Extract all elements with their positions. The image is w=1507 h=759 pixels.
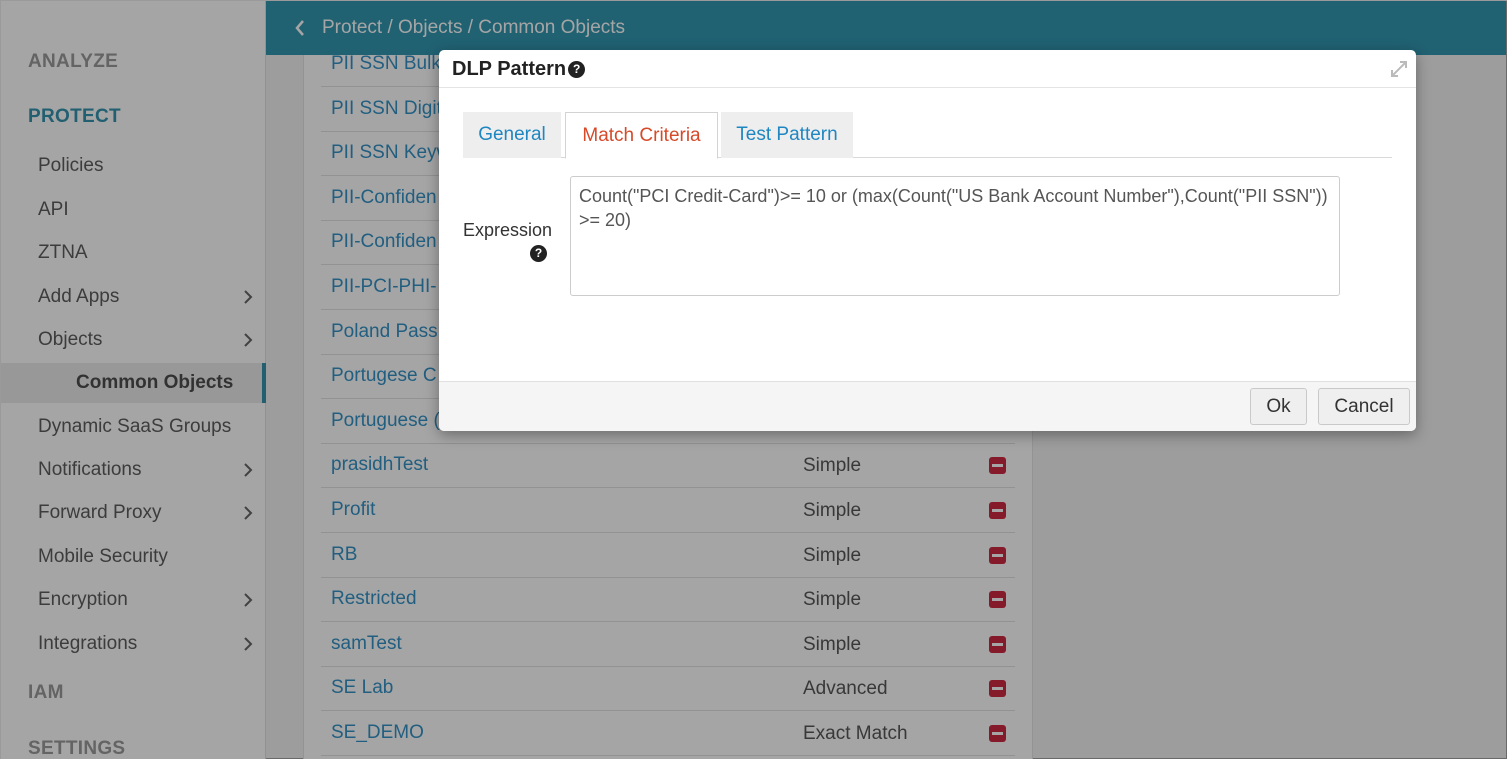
expression-label: Expression [463, 220, 553, 240]
ok-button[interactable]: Ok [1250, 388, 1307, 425]
dialog-title-text: DLP Pattern [452, 58, 567, 80]
dialog-footer: Ok Cancel [439, 381, 1416, 431]
dialog-title: DLP Pattern ? [452, 58, 586, 81]
expression-textarea[interactable]: Count("PCI Credit-Card")>= 10 or (max(Co… [570, 176, 1340, 296]
tab-bar: General Match Criteria Test Pattern [463, 112, 1392, 159]
dlp-pattern-dialog: DLP Pattern ? General Match Criteria Tes… [439, 50, 1416, 431]
tab-general[interactable]: General [463, 112, 561, 158]
divider [439, 87, 1416, 88]
expression-help-icon[interactable]: ? [530, 244, 547, 262]
expand-icon[interactable] [1388, 58, 1410, 80]
cancel-button[interactable]: Cancel [1318, 388, 1410, 425]
tab-test-pattern[interactable]: Test Pattern [721, 112, 853, 158]
help-icon[interactable]: ? [568, 61, 586, 78]
tab-match-criteria[interactable]: Match Criteria [565, 112, 718, 159]
